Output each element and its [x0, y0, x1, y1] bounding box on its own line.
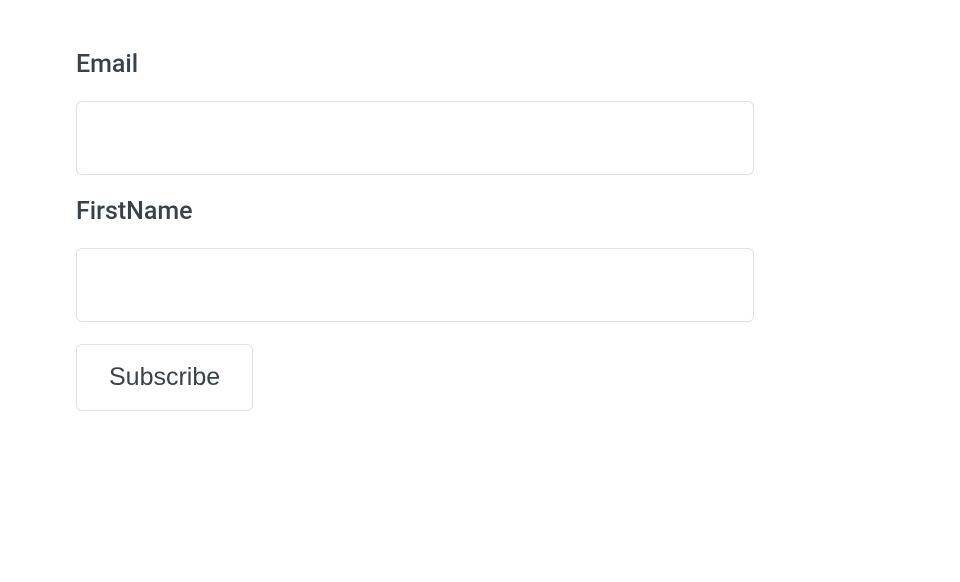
subscribe-button[interactable]: Subscribe: [76, 344, 253, 411]
firstname-group: FirstName: [76, 197, 884, 322]
email-group: Email: [76, 50, 884, 175]
email-input[interactable]: [76, 101, 754, 175]
firstname-input[interactable]: [76, 248, 754, 322]
subscribe-form: Email FirstName Subscribe: [76, 50, 884, 411]
email-label: Email: [76, 50, 884, 79]
firstname-label: FirstName: [76, 197, 884, 226]
